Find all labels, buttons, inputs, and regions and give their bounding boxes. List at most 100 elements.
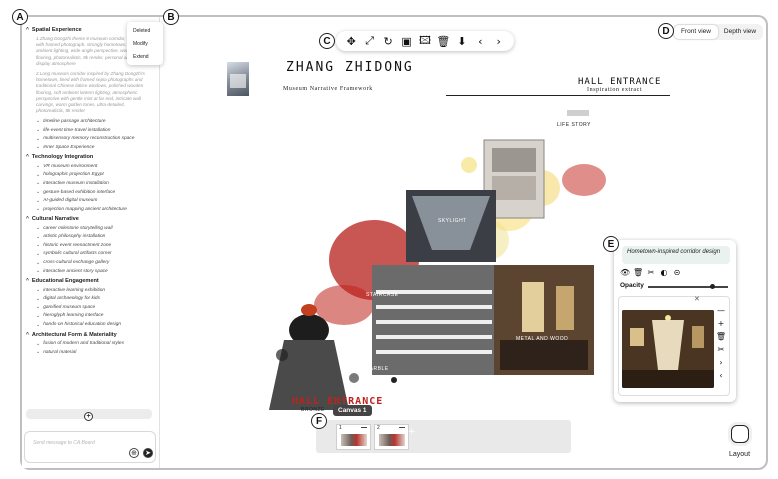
keyword-item[interactable]: ⌄ Inner Space Experience (36, 144, 156, 150)
chevron-down-icon: ⌄ (36, 225, 41, 232)
keyword-item[interactable]: ⌄ hieroglyph learning interface (36, 313, 156, 319)
keyword-label: timeline passage architecture (43, 118, 106, 124)
keyword-item[interactable]: ⌄ AI-guided digital museum (36, 198, 156, 204)
scissors-icon[interactable]: ✂ (646, 268, 656, 277)
keyword-item[interactable]: ⌄ VR museum environment (36, 163, 156, 169)
keyword-label: interactive museum installation (43, 180, 109, 186)
menu-item-modify[interactable]: Modify (127, 37, 163, 50)
prompt-sidebar: ^ Spatial Experience 1.Zhang Dongzhi theme… (22, 17, 160, 468)
view-toggle: Front view Depth view (673, 24, 763, 40)
keyword-item[interactable]: ⌄ fusion of modern and traditional styles (36, 341, 156, 347)
minus-icon[interactable]: — (717, 306, 725, 316)
section-header[interactable]: ^ Architectural Form & Materiality (26, 332, 156, 338)
trash-icon[interactable]: 🗑 (633, 268, 643, 277)
keyword-item[interactable]: ⌄ interactive ancient story space (36, 268, 156, 274)
scissors-icon[interactable]: ✂ (718, 345, 725, 355)
marker-e: E (603, 236, 619, 252)
section-header[interactable]: ^ Educational Engagement (26, 278, 156, 284)
keyword-item[interactable]: ⌄ hands-on historical education design (36, 322, 156, 328)
trash-icon[interactable]: 🗑 (436, 34, 450, 48)
moodboard-collage[interactable]: LIFE STORY SKYLIGHT STAIRCASE METAL AND … (264, 110, 614, 413)
trash-icon[interactable]: 🗑 (716, 332, 726, 342)
keyword-item[interactable]: ⌄ multisensory memory reconstruction spac… (36, 136, 156, 142)
keyword-label: career milestone storytelling wall (43, 225, 113, 231)
plus-icon[interactable]: + (718, 319, 725, 329)
keyword-item[interactable]: ⌄ projection mapping ancient architecture (36, 206, 156, 212)
canvas-preview (379, 434, 405, 446)
keyword-item[interactable]: ⌄ gesture-based exhibition interface (36, 189, 156, 195)
add-image-icon[interactable]: 🖾 (418, 34, 432, 48)
chevron-down-icon: ⌄ (36, 233, 41, 240)
keyword-label: Inner Space Experience (43, 144, 95, 150)
chevron-down-icon: ⌄ (36, 349, 41, 356)
eye-icon[interactable]: 👁 (620, 268, 630, 277)
menu-item-deleted[interactable]: Deleted (127, 24, 163, 37)
label-metal-wood: METAL AND WOOD (516, 336, 569, 342)
minus-icon[interactable] (361, 427, 367, 428)
depth-view-button[interactable]: Depth view (718, 25, 762, 39)
chevron-left-icon[interactable]: ‹ (719, 371, 722, 381)
message-input[interactable]: Send message to CA Board (33, 440, 95, 446)
color-icon[interactable]: ◐ (659, 268, 669, 277)
keyword-item[interactable]: ⌄ life-event time-travel installation (36, 127, 156, 133)
minus-icon[interactable] (399, 427, 405, 428)
close-icon[interactable]: ✕ (694, 295, 700, 303)
section-header[interactable]: ^ Cultural Narrative (26, 216, 156, 222)
keyword-label: digital archaeology for kids (43, 296, 100, 302)
download-icon[interactable]: ⬇ (455, 34, 469, 48)
rotate-icon[interactable]: ↻ (381, 34, 395, 48)
keyword-item[interactable]: ⌄ career milestone storytelling wall (36, 225, 156, 231)
front-view-button[interactable]: Front view (674, 25, 718, 39)
page-subtitle: Museum Narrative Framework (283, 86, 373, 92)
keyword-label: hands-on historical education design (43, 322, 122, 328)
keyword-label: interactive learning exhibition (43, 287, 106, 293)
keyword-item[interactable]: ⌄ interactive learning exhibition (36, 287, 156, 293)
frame-icon[interactable]: ▣ (400, 34, 414, 48)
opacity-slider-handle[interactable] (709, 284, 715, 289)
image-description[interactable]: Hometown-inspired corridor design (622, 246, 730, 264)
add-item-icon[interactable]: + (84, 412, 93, 421)
keyword-item[interactable]: ⌄ cross-cultural exchange gallery (36, 260, 156, 266)
collapse-icon[interactable]: ^ (26, 332, 29, 338)
chevron-down-icon: ⌄ (36, 250, 41, 257)
collapse-icon[interactable]: ^ (26, 278, 29, 284)
send-icon[interactable]: ➤ (143, 448, 153, 458)
collapse-icon[interactable]: ^ (26, 27, 29, 33)
keyword-item[interactable]: ⌄ artistic philosophy installation (36, 234, 156, 240)
canvas-toolbar: ✥ ⤢ ↻ ▣ 🖾 🗑 ⬇ ‹ › (336, 31, 514, 51)
layout-button[interactable] (731, 425, 749, 443)
keyword-item[interactable]: ⌄ digital archaeology for kids (36, 296, 156, 302)
label-life-story: LIFE STORY (557, 122, 591, 128)
section-title: Spatial Experience (31, 27, 82, 33)
keyword-label: life-event time-travel installation (43, 127, 111, 133)
keyword-item[interactable]: ⌄ gamified museum space (36, 304, 156, 310)
canvas-thumb-2[interactable]: 2 (374, 424, 409, 450)
message-box[interactable]: Send message to CA Board ⊕ ➤ (24, 431, 156, 463)
add-canvas-button[interactable]: + (408, 427, 416, 437)
section-header[interactable]: ^ Technology Integration (26, 154, 156, 160)
move-icon[interactable]: ✥ (344, 34, 358, 48)
prev-icon[interactable]: ‹ (473, 34, 487, 48)
chevron-right-icon[interactable]: › (719, 358, 722, 368)
keyword-item[interactable]: ⌄ historic event reenactment zone (36, 242, 156, 248)
menu-item-extend[interactable]: Extend (127, 50, 163, 63)
attach-icon[interactable]: ⊕ (129, 448, 139, 458)
keyword-item[interactable]: ⌄ interactive museum installation (36, 180, 156, 186)
keyword-item[interactable]: ⌄ holographic projection Egypt (36, 172, 156, 178)
section-title: Educational Engagement (31, 278, 99, 285)
keyword-item[interactable]: ⌄ timeline passage architecture (36, 118, 156, 124)
fit-icon[interactable]: ⤢ (363, 34, 377, 48)
sidebar-scroll-area[interactable]: ^ Spatial Experience 1.Zhang Dongzhi theme… (22, 17, 159, 409)
opacity-slider[interactable] (648, 286, 728, 288)
collapse-icon[interactable]: ^ (26, 216, 29, 222)
hall-subtitle: Inspiration extract (587, 87, 643, 93)
collapse-icon[interactable]: ^ (26, 154, 29, 160)
prompt-text[interactable]: 2.Long museum corridor inspired by Zhang… (36, 71, 152, 114)
canvas-number: 2 (377, 425, 380, 431)
link-icon[interactable]: ⊝ (672, 268, 682, 277)
keyword-item[interactable]: ⌄ symbolic cultural artifacts corner (36, 251, 156, 257)
keyword-item[interactable]: ⌄ natural material (36, 349, 156, 355)
next-icon[interactable]: › (492, 34, 506, 48)
chevron-down-icon: ⌄ (36, 295, 41, 302)
canvas-thumb-1[interactable]: 1 (336, 424, 371, 450)
